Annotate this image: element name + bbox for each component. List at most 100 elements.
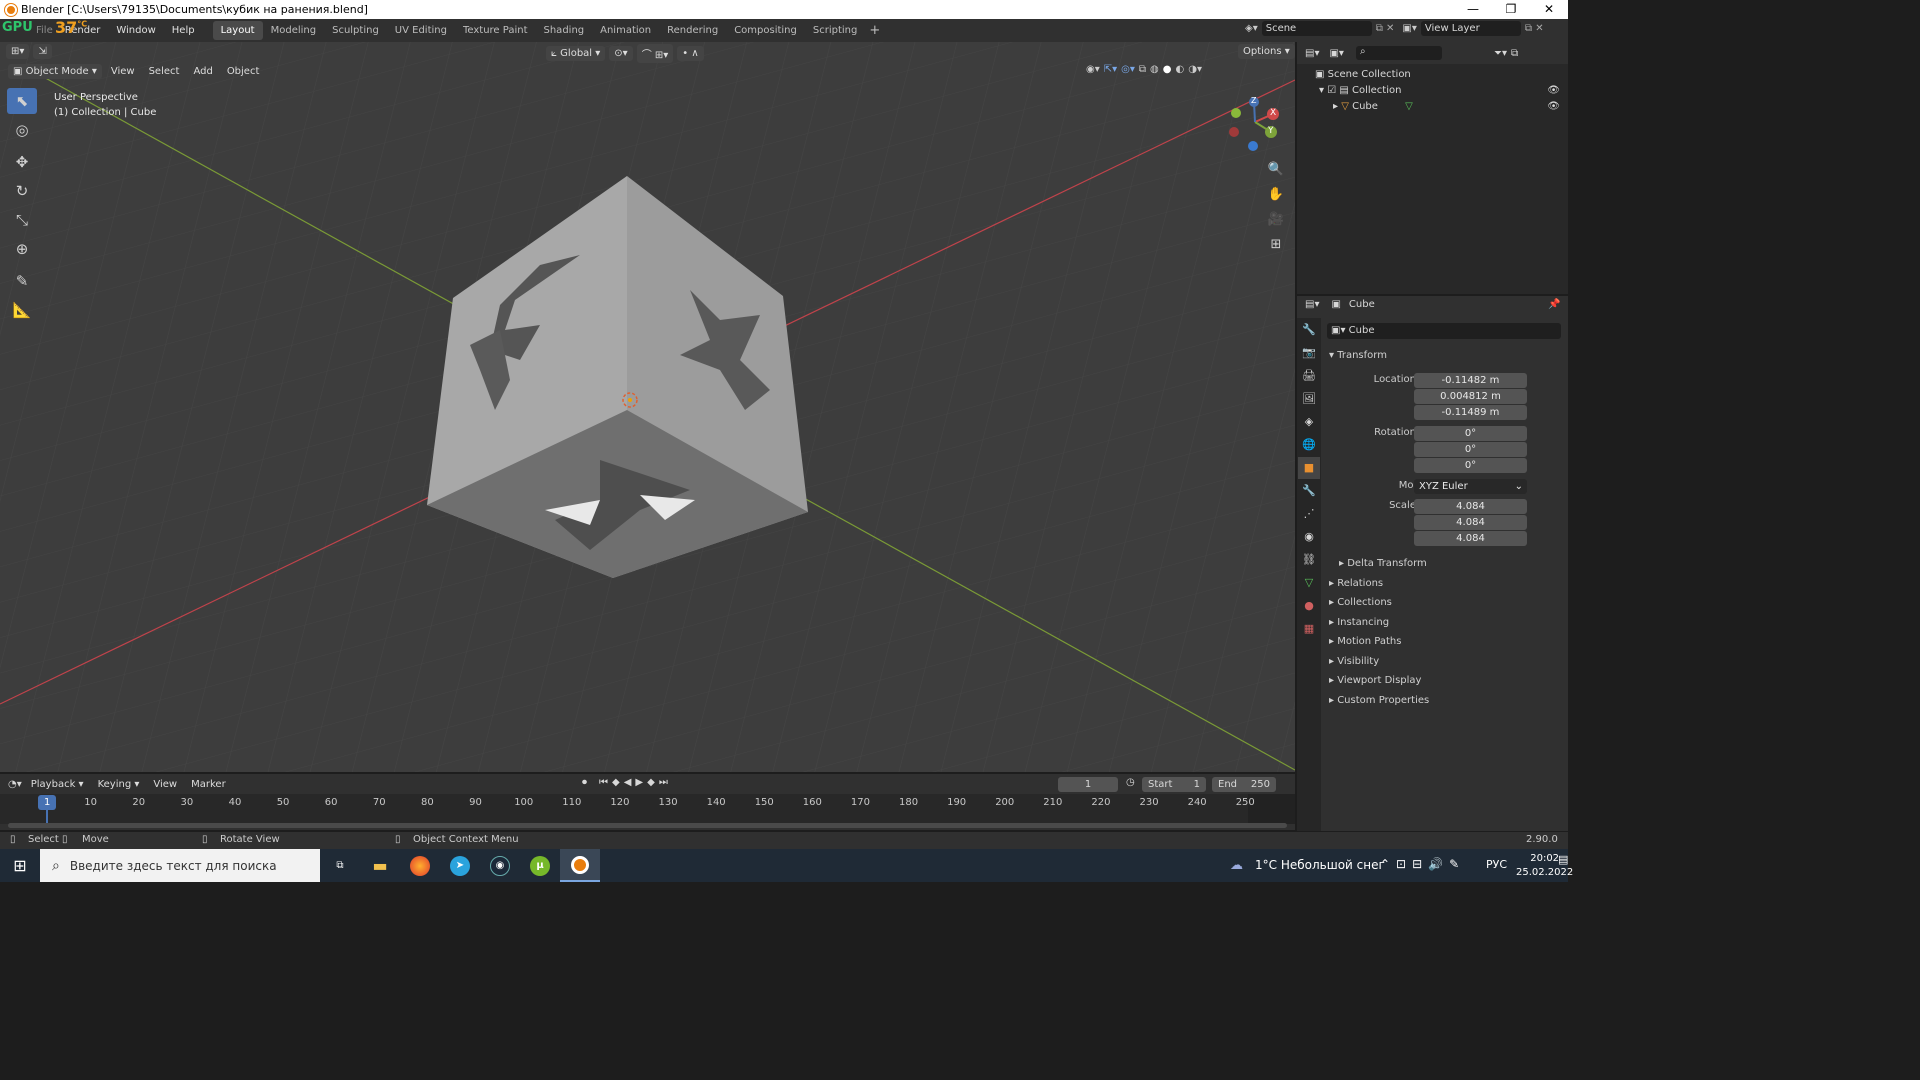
view-layer-icon[interactable]: ▣▾ [1402,23,1416,34]
rotation-x-field[interactable]: 0° [1414,426,1527,441]
weather-text[interactable]: 1°C Небольшой снег [1255,858,1385,872]
record-icon[interactable]: ⏺ [582,777,587,788]
start-frame-field[interactable]: Start 1 [1142,777,1206,792]
tab-uv-editing[interactable]: UV Editing [387,21,455,40]
tab-shading[interactable]: Shading [536,21,593,40]
utorrent-icon[interactable]: μ [520,849,560,882]
relations-header[interactable]: ▸ Relations [1329,578,1383,589]
next-keyframe-icon[interactable]: ◆ [647,777,655,788]
menu-add[interactable]: Add [188,64,217,79]
jump-end-icon[interactable]: ⏭ [659,777,668,788]
collection-row[interactable]: ▾ ☑ ▤ Collection 👁 [1315,83,1568,99]
add-workspace-button[interactable]: + [865,23,884,38]
new-collection-icon[interactable]: ⧉ [1511,48,1518,59]
menu-marker[interactable]: Marker [186,777,231,792]
visibility-icon[interactable]: ◉▾ [1086,64,1100,75]
editor-type-icon[interactable]: ⊞▾ [6,44,30,59]
new-scene-icon[interactable]: ⧉ ✕ [1376,23,1395,34]
rendered-shading-icon[interactable]: ◑▾ [1188,64,1202,75]
outliner-type-icon[interactable]: ▤▾ [1305,48,1319,59]
camera-view-icon[interactable]: 🎥 [1266,208,1286,230]
rotation-z-field[interactable]: 0° [1414,458,1527,473]
task-view-icon[interactable]: ⧉ [320,849,360,882]
close-button[interactable]: ✕ [1530,0,1568,19]
scene-collection-row[interactable]: ▣ Scene Collection [1315,67,1568,83]
delta-transform-header[interactable]: ▸ Delta Transform [1339,558,1427,569]
prev-keyframe-icon[interactable]: ◆ [612,777,620,788]
scale-tool-icon[interactable]: ⤡ [7,207,37,233]
instancing-header[interactable]: ▸ Instancing [1329,617,1389,628]
current-frame-field[interactable]: 1 [1058,777,1118,792]
tab-texture-paint[interactable]: Texture Paint [455,21,536,40]
visibility-header[interactable]: ▸ Visibility [1329,656,1379,667]
menu-file[interactable]: File [28,25,61,36]
tab-modeling[interactable]: Modeling [263,21,325,40]
orientation-dropdown[interactable]: ⟀ Global ▾ [546,46,606,61]
transform-tool-icon[interactable]: ⊕ [7,236,37,262]
output-tab-icon[interactable]: 🖨 [1298,365,1320,387]
location-x-field[interactable]: -0.11482 m [1414,373,1527,388]
navigation-gizmo[interactable]: X Y Z [1225,92,1285,152]
custom-properties-header[interactable]: ▸ Custom Properties [1329,695,1429,706]
menu-view[interactable]: View [106,64,140,79]
modifier-tab-icon[interactable]: 🔧 [1298,480,1320,502]
scale-z-field[interactable]: 4.084 [1414,531,1527,546]
tool-tab-icon[interactable]: 🔧 [1298,319,1320,341]
snap-icon[interactable]: ⌒ ⊞▾ [636,44,674,63]
texture-tab-icon[interactable]: ▦ [1298,618,1320,640]
windows-start-icon[interactable]: ⊞ [0,849,40,882]
play-icon[interactable]: ▶ [635,777,643,788]
steam-icon[interactable]: ◉ [480,849,520,882]
3d-viewport[interactable] [0,42,1295,772]
file-explorer-icon[interactable]: ▬ [360,849,400,882]
pin-icon[interactable]: 📌 [1548,299,1560,310]
proportional-edit-icon[interactable]: • ∧ [677,46,704,61]
menu-select[interactable]: Select [144,64,185,79]
data-tab-icon[interactable]: ▽ [1298,572,1320,594]
tab-compositing[interactable]: Compositing [726,21,805,40]
tab-animation[interactable]: Animation [592,21,659,40]
collection-eye-icon[interactable]: 👁 [1547,83,1560,99]
view-layer-selector[interactable]: View Layer [1420,21,1521,36]
menu-keying[interactable]: Keying ▾ [93,777,145,792]
material-shading-icon[interactable]: ◐ [1176,64,1185,75]
object-mode-dropdown[interactable]: ▣ Object Mode ▾ [8,64,102,79]
cursor-tool-icon[interactable]: ◎ [7,117,37,143]
play-reverse-icon[interactable]: ◀ [624,777,632,788]
input-language[interactable]: РУС [1486,858,1507,871]
scene-icon[interactable]: ◈▾ [1245,23,1258,34]
filter-icon[interactable]: ⏷▾ [1494,48,1507,59]
tab-scripting[interactable]: Scripting [805,21,865,40]
outliner-search-input[interactable]: ⌕ [1355,46,1442,60]
tab-layout[interactable]: Layout [212,21,263,40]
object-tab-icon[interactable]: ■ [1298,457,1320,479]
rotate-tool-icon[interactable]: ↻ [7,178,37,204]
select-box-icon[interactable]: ⬉ [7,88,37,114]
menu-playback[interactable]: Playback ▾ [26,777,89,792]
physics-tab-icon[interactable]: ◉ [1298,526,1320,548]
menu-window[interactable]: Window [108,25,163,36]
new-view-layer-icon[interactable]: ⧉ ✕ [1525,23,1544,34]
collections-header[interactable]: ▸ Collections [1329,597,1392,608]
firefox-icon[interactable] [400,849,440,882]
location-y-field[interactable]: 0.004812 m [1414,389,1527,404]
solid-shading-icon[interactable]: ● [1163,64,1172,75]
tool-settings-icon[interactable]: ⇲ [33,44,52,59]
ortho-grid-icon[interactable]: ⊞ [1266,233,1286,255]
end-frame-field[interactable]: End 250 [1212,777,1276,792]
rotation-mode-dropdown[interactable]: XYZ Euler ⌄ [1414,479,1527,494]
wireframe-shading-icon[interactable]: ◍ [1150,64,1159,75]
timeline-scrollbar[interactable] [8,823,1287,828]
view-layer-tab-icon[interactable]: 🖼 [1298,388,1320,410]
location-z-field[interactable]: -0.11489 m [1414,405,1527,420]
options-dropdown[interactable]: Options ▾ [1238,44,1295,59]
viewport-display-header[interactable]: ▸ Viewport Display [1329,675,1421,686]
render-tab-icon[interactable]: 📷 [1298,342,1320,364]
gizmo-toggle-icon[interactable]: ⇱▾ [1104,64,1117,75]
pivot-icon[interactable]: ⊙▾ [609,46,633,61]
xray-icon[interactable]: ⧉ [1139,64,1146,75]
scene-selector[interactable]: Scene [1261,21,1372,36]
constraints-tab-icon[interactable]: ⛓ [1298,549,1320,571]
particles-tab-icon[interactable]: ⋰ [1298,503,1320,525]
pan-hand-icon[interactable]: ✋ [1266,183,1286,205]
